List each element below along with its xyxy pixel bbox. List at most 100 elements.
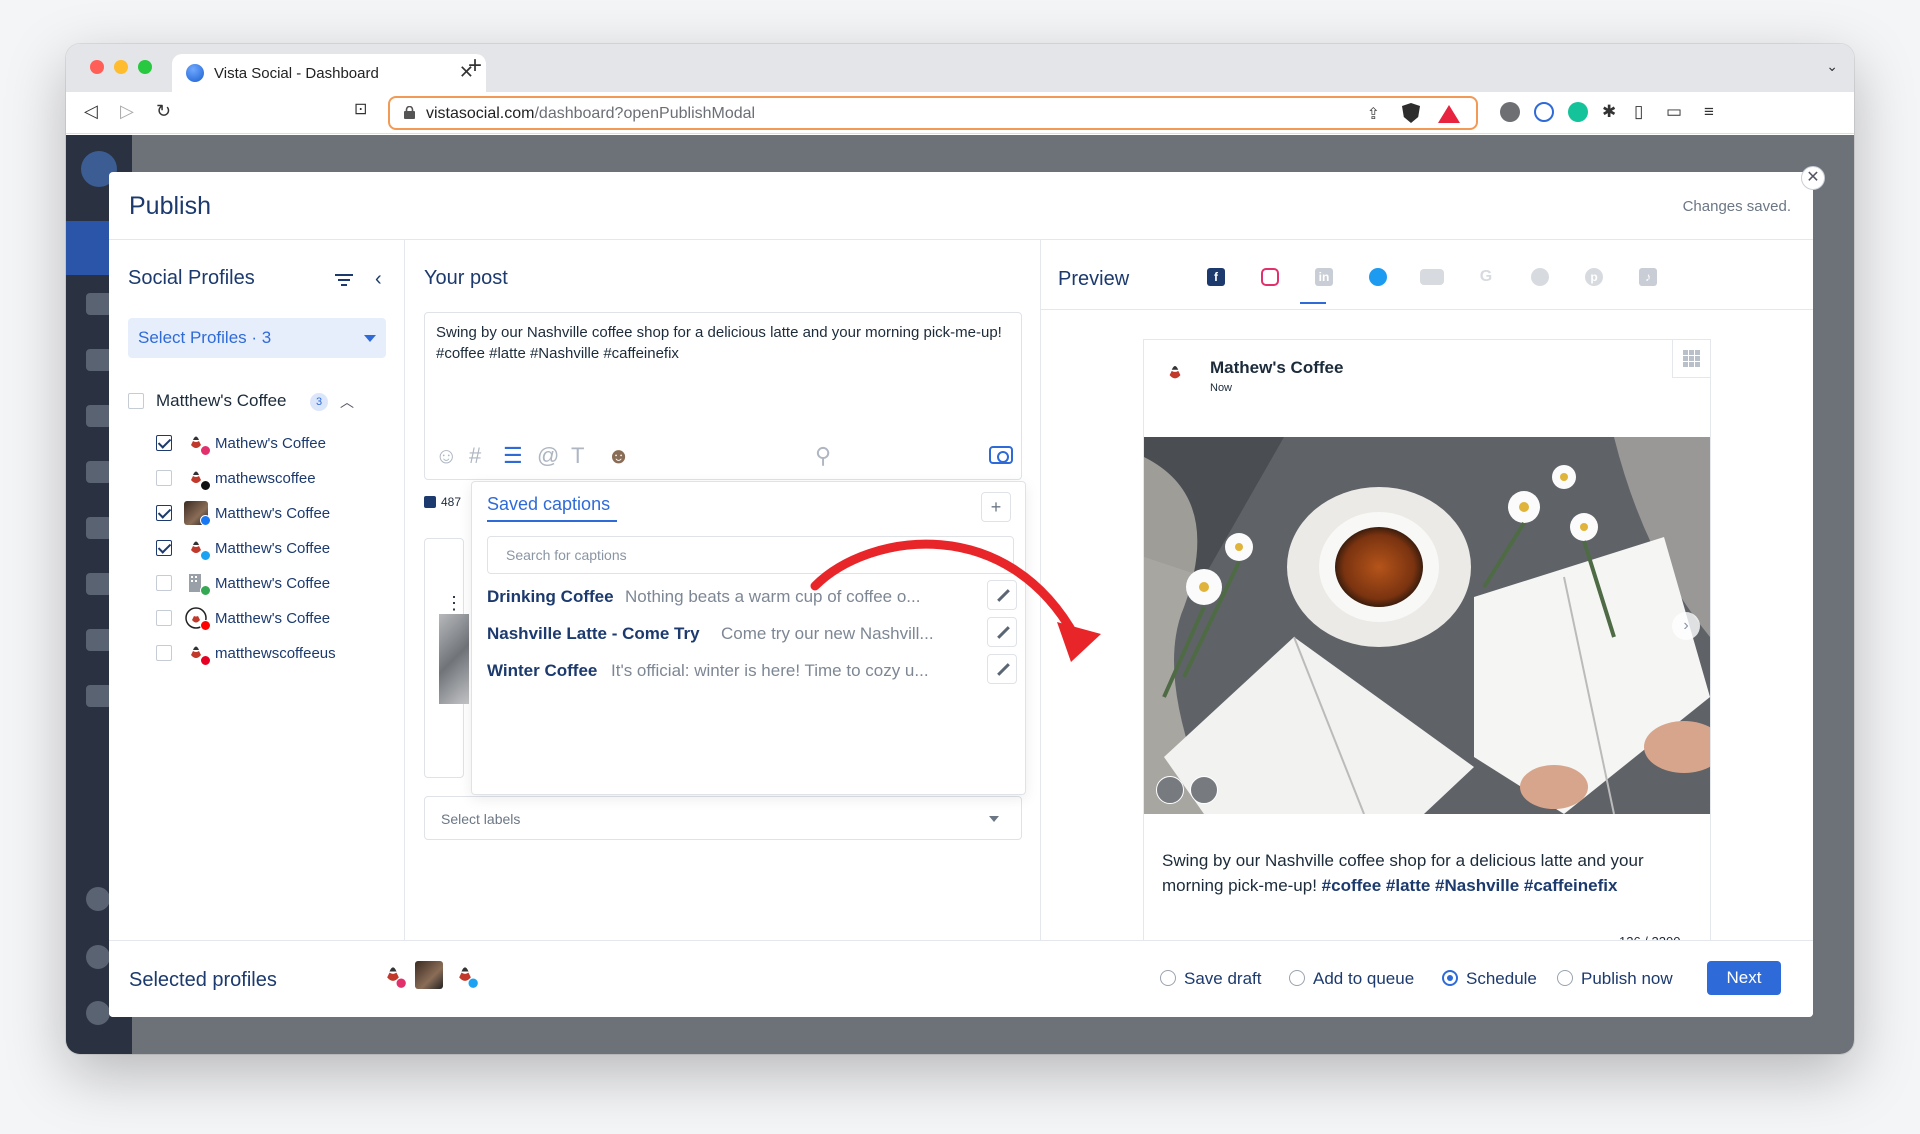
chevron-down-icon <box>989 816 999 822</box>
grid-view-icon[interactable] <box>1672 340 1710 378</box>
preview-caption-hashtags: #coffee #latte #Nashville #caffeinefix <box>1321 876 1618 895</box>
post-text[interactable]: Swing by our Nashville coffee shop for a… <box>436 322 1016 364</box>
preview-timestamp: Now <box>1210 382 1233 394</box>
bookmark-icon[interactable]: ⊡ <box>354 102 367 118</box>
forward-icon[interactable]: ▷ <box>120 102 134 120</box>
profile-item[interactable]: Matthew's Coffee <box>156 536 396 561</box>
select-profiles-dropdown[interactable]: Select Profiles · 3 <box>128 318 386 358</box>
tab-instagram[interactable] <box>1255 264 1283 292</box>
help-nav-icon[interactable] <box>86 945 110 969</box>
extension-icon[interactable] <box>1500 102 1520 122</box>
pinterest-badge-icon <box>200 655 211 666</box>
link-icon[interactable]: ⚲ <box>815 443 831 469</box>
profile-checkbox[interactable] <box>156 610 172 626</box>
collapse-chevron-left-icon[interactable]: ‹ <box>375 268 382 291</box>
selected-profile-instagram-avatar[interactable] <box>379 961 407 989</box>
saved-captions-tab[interactable]: Saved captions <box>487 494 610 515</box>
wallet-icon[interactable]: ▭ <box>1666 102 1682 122</box>
tag-people-icon[interactable] <box>1156 776 1184 804</box>
emoji-icon[interactable]: ☺ <box>435 443 457 469</box>
group-checkbox[interactable] <box>128 393 144 409</box>
tab-google[interactable]: G <box>1471 264 1499 292</box>
tab-underline <box>487 520 617 522</box>
profile-checkbox[interactable] <box>156 575 172 591</box>
text-format-icon[interactable]: T <box>571 443 584 469</box>
tab-pinterest[interactable]: p <box>1579 264 1607 292</box>
user-avatar[interactable] <box>86 1001 110 1025</box>
next-button[interactable]: Next <box>1707 961 1781 995</box>
profile-checkbox[interactable] <box>156 645 172 661</box>
filter-icon[interactable] <box>335 274 353 286</box>
tab-youtube[interactable] <box>1417 264 1445 292</box>
lock-icon <box>404 106 415 119</box>
close-modal-icon[interactable]: ✕ <box>1801 166 1825 190</box>
carousel-next-icon[interactable]: › <box>1672 612 1700 640</box>
zoom-window-button[interactable] <box>138 60 152 74</box>
preview-caption: Swing by our Nashville coffee shop for a… <box>1162 848 1702 898</box>
profile-item[interactable]: Mathew's Coffee <box>156 431 396 456</box>
add-caption-button[interactable]: + <box>981 492 1011 522</box>
share-icon[interactable]: ⇪ <box>1367 104 1380 124</box>
pinterest-icon: p <box>1585 268 1603 286</box>
password-manager-icon[interactable] <box>1534 102 1554 122</box>
profile-item[interactable]: mathewscoffee <box>156 466 396 491</box>
menu-icon[interactable]: ≡ <box>1704 102 1714 122</box>
profile-item[interactable]: Matthew's Coffee <box>156 571 396 596</box>
address-bar[interactable]: vistasocial.com/dashboard?openPublishMod… <box>388 96 1478 130</box>
grammarly-icon[interactable] <box>1568 102 1588 122</box>
social-profiles-heading: Social Profiles <box>128 267 255 289</box>
profile-checkbox[interactable] <box>156 470 172 486</box>
radio-dot[interactable] <box>1289 970 1305 986</box>
profile-checkbox[interactable] <box>156 505 172 521</box>
minimize-window-button[interactable] <box>114 60 128 74</box>
media-thumbnail[interactable] <box>439 614 469 704</box>
brave-shield-icon[interactable] <box>1402 103 1420 123</box>
sidebar-icon[interactable]: ▯ <box>1634 102 1643 122</box>
tab-reddit[interactable] <box>1525 264 1553 292</box>
radio-dot[interactable] <box>1160 970 1176 986</box>
tab-tiktok[interactable]: ♪ <box>1633 264 1661 292</box>
profile-item[interactable]: Matthew's Coffee <box>156 501 396 526</box>
radio-dot[interactable] <box>1442 970 1458 986</box>
select-labels-placeholder: Select labels <box>441 811 521 827</box>
profile-item[interactable]: Matthew's Coffee <box>156 606 396 631</box>
mention-icon[interactable]: @ <box>537 443 559 469</box>
post-editor[interactable]: Swing by our Nashville coffee shop for a… <box>424 312 1022 480</box>
network-tabs: f in G p ♪ <box>1201 264 1657 308</box>
back-icon[interactable]: ◁ <box>84 102 98 120</box>
kebab-menu-icon[interactable]: ⋮ <box>445 593 463 614</box>
extensions-puzzle-icon[interactable]: ✱ <box>1602 102 1616 122</box>
profile-checkbox[interactable] <box>156 540 172 556</box>
hashtag-icon[interactable]: # <box>469 443 481 469</box>
tab-twitter[interactable] <box>1363 264 1391 292</box>
new-tab-plus-icon[interactable]: + <box>468 54 482 78</box>
selected-profile-twitter-avatar[interactable] <box>451 961 479 989</box>
camera-icon[interactable] <box>989 446 1013 464</box>
modal-header: Publish Changes saved. <box>109 172 1813 240</box>
browser-tab[interactable]: Vista Social - Dashboard ✕ <box>172 54 486 92</box>
profile-group-row[interactable]: Matthew's Coffee 3 ︿ <box>128 390 388 412</box>
chevron-up-icon[interactable]: ︿ <box>340 392 354 412</box>
radio-dot[interactable] <box>1557 970 1573 986</box>
ai-assistant-icon[interactable]: ☻ <box>607 443 630 469</box>
tag-product-icon[interactable] <box>1190 776 1218 804</box>
close-window-button[interactable] <box>90 60 104 74</box>
instagram-badge-icon <box>200 445 211 456</box>
profile-checkbox[interactable] <box>156 435 172 451</box>
tab-list-chevron-icon[interactable]: ⌄ <box>1826 58 1838 75</box>
brave-rewards-icon[interactable] <box>1438 105 1460 123</box>
tab-bar: Vista Social - Dashboard ✕ + ⌄ <box>66 44 1854 92</box>
google-badge-icon <box>200 585 211 596</box>
add-nav-icon[interactable] <box>86 887 110 911</box>
twitter-badge-icon <box>200 550 211 561</box>
caption-title: Winter Coffee <box>487 661 598 680</box>
chevron-down-icon <box>364 335 376 342</box>
selected-profile-facebook-avatar[interactable] <box>415 961 443 989</box>
select-labels-dropdown[interactable]: Select labels <box>424 796 1022 840</box>
tab-facebook[interactable]: f <box>1201 264 1229 292</box>
browser-toolbar: ◁ ▷ ↻ ⊡ vistasocial.com/dashboard?openPu… <box>66 92 1854 134</box>
reload-icon[interactable]: ↻ <box>156 102 171 120</box>
profile-item[interactable]: matthewscoffeeus <box>156 641 396 666</box>
saved-captions-icon[interactable]: ☰ <box>503 443 523 469</box>
tab-linkedin[interactable]: in <box>1309 264 1337 292</box>
